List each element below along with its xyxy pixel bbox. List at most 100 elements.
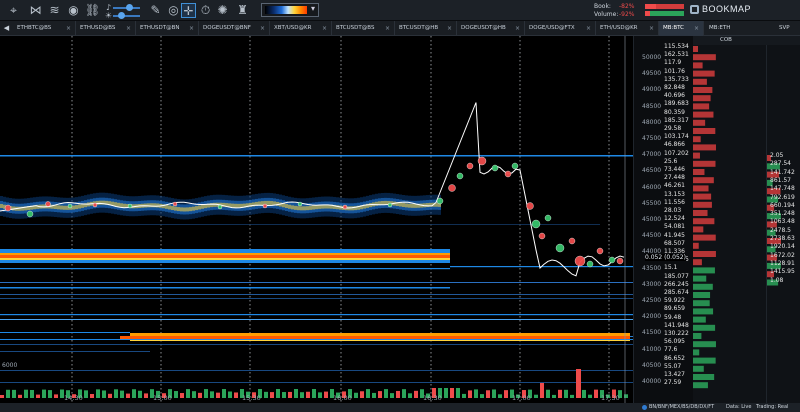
liquidity-level-line bbox=[0, 282, 633, 283]
big-liquidity-band bbox=[0, 260, 450, 263]
fan-icon[interactable]: ✺ bbox=[215, 3, 230, 18]
heat-cell bbox=[72, 205, 75, 210]
trade-bubble bbox=[26, 210, 34, 218]
close-icon[interactable]: × bbox=[586, 21, 591, 36]
heat-cell bbox=[183, 207, 186, 212]
heat-cell bbox=[195, 206, 198, 211]
price-tick-label: 46500 bbox=[642, 167, 662, 175]
time-tick-label: 15:30 bbox=[242, 394, 261, 402]
trade-bubble bbox=[538, 232, 546, 240]
svp-value: 351.248 bbox=[770, 210, 795, 218]
tab-ethbtc-bs[interactable]: ETHBTC@BS × bbox=[13, 21, 76, 36]
heat-cell bbox=[402, 202, 405, 207]
close-icon[interactable]: × bbox=[66, 21, 71, 36]
tab-doge-usd-ftx[interactable]: DOGE/USD@FTX × bbox=[525, 21, 596, 36]
tab-label: BTCUSDT@BS bbox=[336, 25, 375, 31]
trade-bubble bbox=[491, 164, 499, 172]
tab-extra[interactable]: MB:ETH bbox=[701, 21, 775, 36]
heatmap-color-selector[interactable]: ▾ bbox=[261, 3, 319, 17]
svp-value: 2738.63 bbox=[770, 235, 795, 242]
book-bid-bar-2 bbox=[656, 4, 684, 9]
alert-icon[interactable]: ♜ bbox=[235, 3, 250, 18]
heat-cell bbox=[309, 205, 312, 210]
tab-label: ETH/USD@KR bbox=[600, 25, 638, 31]
heat-cell bbox=[291, 205, 294, 210]
volume-slider-knob[interactable] bbox=[118, 12, 125, 19]
liquidity-level-line bbox=[0, 344, 633, 345]
time-tick-label: 14:30 bbox=[64, 394, 83, 402]
close-icon[interactable]: × bbox=[322, 21, 327, 36]
tab-label: MB:BTC bbox=[663, 25, 685, 31]
svp-value: 1.08 bbox=[770, 276, 784, 284]
heat-cell bbox=[405, 203, 408, 208]
link-icon[interactable]: ⛓ bbox=[85, 3, 100, 18]
heat-cell bbox=[411, 203, 414, 208]
lower-liquidity-band bbox=[130, 333, 630, 336]
close-icon[interactable]: × bbox=[694, 21, 699, 36]
trade-bubble bbox=[4, 204, 12, 212]
heat-cell bbox=[156, 203, 159, 208]
heatmap-chart[interactable] bbox=[0, 36, 633, 403]
cob-bar bbox=[693, 185, 709, 192]
svp-value: 2478.5 bbox=[770, 226, 791, 234]
cob-value: 15.1 bbox=[664, 264, 678, 272]
price-tick-label: 45500 bbox=[642, 199, 662, 207]
close-icon[interactable]: × bbox=[515, 21, 520, 36]
liquidity-level-line bbox=[470, 155, 633, 157]
tab-ethusdt-bn[interactable]: ETHUSDT@BN × bbox=[136, 21, 199, 36]
svp-tab-label: SVP bbox=[779, 25, 790, 31]
layers-icon[interactable]: ≋ bbox=[47, 3, 62, 18]
eye-icon[interactable]: ◉ bbox=[66, 3, 81, 18]
pen-icon[interactable]: ✎ bbox=[148, 3, 163, 18]
time-tick-label: 17:30 bbox=[601, 394, 620, 402]
heat-cell bbox=[315, 205, 318, 210]
cob-bar bbox=[693, 234, 716, 241]
cob-bar bbox=[693, 95, 711, 102]
svp-value: 1063.48 bbox=[770, 218, 795, 226]
heat-cell bbox=[294, 205, 297, 210]
tab-dogeusdt-hb[interactable]: DOGEUSDT@HB × bbox=[457, 21, 525, 36]
target-icon[interactable]: ◎ bbox=[166, 3, 181, 18]
close-icon[interactable]: × bbox=[126, 21, 131, 36]
heat-cell bbox=[297, 206, 300, 211]
close-icon[interactable]: × bbox=[260, 21, 265, 36]
share-icon[interactable]: ⋈ bbox=[28, 3, 43, 18]
cursor-icon[interactable]: ✛ bbox=[181, 3, 196, 18]
cob-bar bbox=[693, 382, 708, 389]
price-tick-label: 40500 bbox=[642, 361, 662, 369]
cob-value: 82.848 bbox=[664, 84, 685, 91]
book-slider-knob[interactable] bbox=[126, 4, 133, 11]
cob-bar bbox=[693, 308, 714, 315]
cob-bar bbox=[693, 275, 707, 282]
heat-cell bbox=[213, 202, 216, 207]
trade-bubble bbox=[511, 162, 519, 170]
close-icon[interactable]: × bbox=[189, 21, 194, 36]
close-icon[interactable]: × bbox=[649, 21, 654, 36]
cob-bar bbox=[693, 267, 715, 274]
tab-ethusd-bs[interactable]: ETHUSD@BS × bbox=[76, 21, 136, 36]
cob-value: 59.922 bbox=[664, 297, 685, 305]
cob-bar bbox=[693, 62, 703, 69]
close-icon[interactable]: × bbox=[385, 21, 390, 36]
tab-dogeusdt-bnf[interactable]: DOGEUSDT@BNF × bbox=[199, 21, 270, 36]
tab-scroll-left-icon[interactable]: ◀ bbox=[0, 21, 13, 36]
stopwatch-icon[interactable]: ⏱ bbox=[198, 3, 213, 18]
tab-eth-usd-kr[interactable]: ETH/USD@KR × bbox=[596, 21, 659, 36]
crosshair-icon[interactable]: ⌖ bbox=[6, 3, 21, 18]
cob-bar bbox=[693, 78, 707, 85]
trade-bubble bbox=[596, 247, 604, 255]
big-liquidity-band bbox=[0, 255, 450, 258]
heatmap-background bbox=[0, 36, 633, 403]
connection-icon bbox=[642, 405, 647, 410]
tab-xbt-usd-kr[interactable]: XBT/USD@KR × bbox=[270, 21, 332, 36]
trade-bubble bbox=[544, 214, 552, 222]
trade-bubble bbox=[574, 255, 586, 267]
heat-cell bbox=[99, 200, 102, 205]
tab-mb-btc[interactable]: MB:BTC × bbox=[659, 21, 704, 36]
tab-btcusdt-hb[interactable]: BTCUSDT@HB × bbox=[395, 21, 457, 36]
close-icon[interactable]: × bbox=[447, 21, 452, 36]
tab-btcusdt-bs[interactable]: BTCUSDT@BS × bbox=[332, 21, 395, 36]
svp-value: 141.742 bbox=[770, 168, 795, 176]
heat-cell bbox=[147, 203, 150, 208]
svp-value: 1672.02 bbox=[770, 251, 795, 259]
